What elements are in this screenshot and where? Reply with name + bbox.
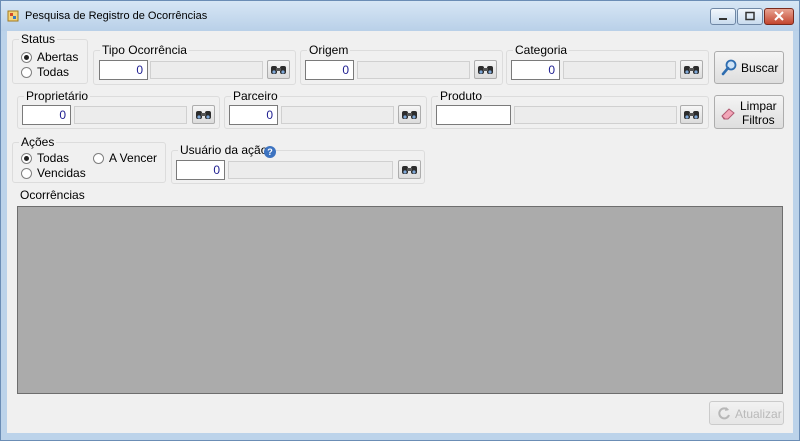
buscar-button[interactable]: Buscar	[714, 51, 784, 84]
origem-description	[357, 61, 470, 79]
window-title: Pesquisa de Registro de Ocorrências	[25, 10, 208, 22]
parceiro-code-input[interactable]: 0	[229, 105, 278, 125]
categoria-label: Categoria	[513, 43, 570, 57]
binoculars-icon	[684, 66, 699, 74]
status-todas-label[interactable]: Todas	[37, 65, 69, 79]
ocorrencias-label: Ocorrências	[20, 188, 85, 202]
magnifier-icon	[721, 59, 737, 76]
help-icon[interactable]: ?	[264, 146, 276, 158]
produto-label: Produto	[438, 89, 485, 103]
proprietario-code-input[interactable]: 0	[22, 105, 71, 125]
minimize-icon	[719, 18, 727, 20]
tipo-ocorrencia-lookup-button[interactable]	[267, 60, 290, 79]
refresh-icon	[718, 407, 730, 420]
parceiro-lookup-button[interactable]	[398, 105, 421, 124]
form-client-area: Status Abertas Todas Tipo Ocorrência 0 O…	[7, 31, 793, 433]
limpar-label-line2: Filtros	[742, 113, 775, 127]
binoculars-icon	[402, 166, 417, 174]
produto-lookup-button[interactable]	[680, 105, 703, 124]
close-button[interactable]	[764, 8, 794, 25]
usuario-acao-lookup-button[interactable]	[398, 160, 421, 179]
maximize-button[interactable]	[737, 8, 763, 25]
status-abertas-radio[interactable]	[21, 52, 32, 63]
buscar-label: Buscar	[741, 61, 779, 75]
proprietario-description	[74, 106, 187, 124]
proprietario-lookup-button[interactable]	[192, 105, 215, 124]
title-bar[interactable]: Pesquisa de Registro de Ocorrências	[1, 1, 799, 31]
origem-lookup-button[interactable]	[474, 60, 497, 79]
status-todas-radio[interactable]	[21, 67, 32, 78]
binoculars-icon	[271, 66, 286, 74]
tipo-ocorrencia-label: Tipo Ocorrência	[100, 43, 189, 57]
acoes-a-vencer-radio[interactable]	[93, 153, 104, 164]
usuario-acao-description	[228, 161, 393, 179]
app-icon	[7, 10, 19, 22]
acoes-group-label: Ações	[19, 135, 57, 149]
categoria-description	[563, 61, 676, 79]
tipo-ocorrencia-code-input[interactable]: 0	[99, 60, 148, 80]
origem-label: Origem	[307, 43, 351, 57]
eraser-icon	[721, 108, 735, 120]
categoria-code-input[interactable]: 0	[511, 60, 560, 80]
acoes-a-vencer-label[interactable]: A Vencer	[109, 151, 157, 165]
categoria-lookup-button[interactable]	[680, 60, 703, 79]
minimize-button[interactable]	[710, 8, 736, 25]
produto-description	[514, 106, 677, 124]
binoculars-icon	[478, 66, 493, 74]
maximize-icon	[745, 11, 755, 21]
acoes-vencidas-label[interactable]: Vencidas	[37, 166, 86, 180]
origem-code-input[interactable]: 0	[305, 60, 354, 80]
binoculars-icon	[196, 111, 211, 119]
main-window: Pesquisa de Registro de Ocorrências Stat…	[0, 0, 800, 441]
status-abertas-label[interactable]: Abertas	[37, 50, 78, 64]
acoes-todas-radio[interactable]	[21, 153, 32, 164]
atualizar-button[interactable]: Atualizar	[709, 401, 784, 425]
acoes-todas-label[interactable]: Todas	[37, 151, 69, 165]
binoculars-icon	[402, 111, 417, 119]
status-group-label: Status	[19, 32, 58, 46]
usuario-acao-code-input[interactable]: 0	[176, 160, 225, 180]
produto-code-input[interactable]	[436, 105, 511, 125]
atualizar-label: Atualizar	[735, 407, 782, 421]
binoculars-icon	[684, 111, 699, 119]
proprietario-label: Proprietário	[24, 89, 91, 103]
usuario-acao-label: Usuário da ação	[178, 143, 270, 157]
limpar-filtros-button[interactable]: Limpar Filtros	[714, 95, 784, 129]
parceiro-label: Parceiro	[231, 89, 280, 103]
acoes-vencidas-radio[interactable]	[21, 168, 32, 179]
ocorrencias-grid[interactable]	[17, 206, 783, 394]
limpar-label-line1: Limpar	[740, 99, 777, 113]
close-icon	[774, 11, 784, 21]
parceiro-description	[281, 106, 394, 124]
tipo-ocorrencia-description	[150, 61, 263, 79]
